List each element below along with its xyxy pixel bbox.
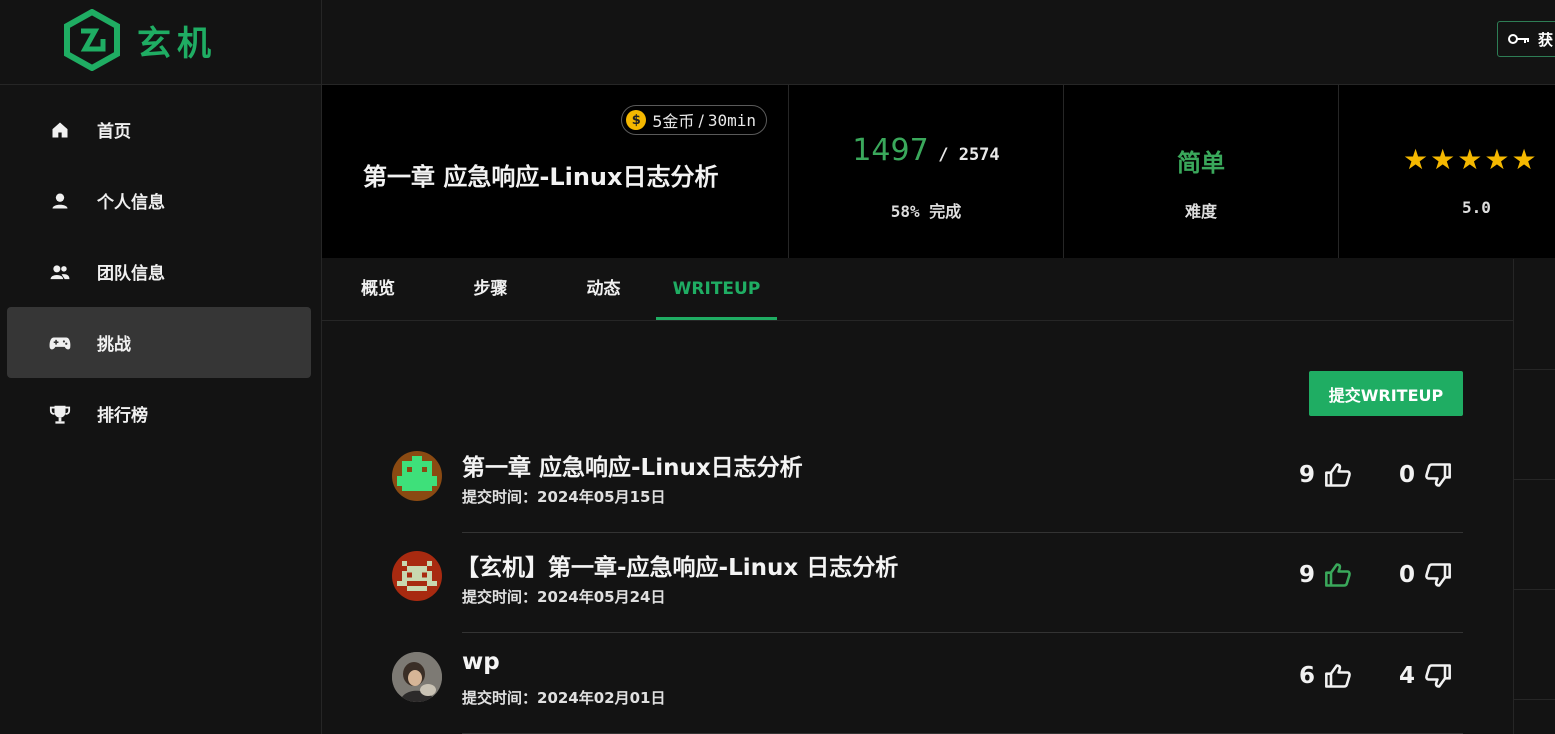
- get-key-label: 获: [1538, 30, 1554, 49]
- right-panel-edge: [1513, 259, 1555, 734]
- logo-icon: [64, 9, 120, 71]
- dislike-count: 0: [1398, 462, 1415, 488]
- sidebar-item-home[interactable]: 首页: [7, 94, 311, 165]
- divider: [1514, 589, 1555, 590]
- avatar: [392, 652, 442, 702]
- divider: [1514, 369, 1555, 370]
- total-count: / 2574: [938, 145, 1000, 165]
- top-bar: 获: [322, 0, 1555, 85]
- dislike-control[interactable]: 4: [1393, 662, 1453, 690]
- like-count: 9: [1298, 462, 1315, 488]
- team-icon: [49, 261, 71, 283]
- writeup-time: 提交时间：2024年02月01日: [462, 689, 666, 707]
- rating-stat: ★★★★★ 5.0: [1339, 85, 1555, 258]
- challenge-tabs: 概览 步骤 动态 WRITEUP: [322, 259, 1513, 321]
- avatar: [392, 451, 442, 501]
- dislike-count: 0: [1398, 562, 1415, 588]
- challenge-title: 第一章 应急响应-Linux日志分析: [363, 163, 719, 191]
- trophy-icon: [49, 403, 71, 425]
- coin-badge: $ 5金币 / 30min: [621, 105, 767, 135]
- tab-writeup[interactable]: WRITEUP: [656, 259, 777, 320]
- writeup-title[interactable]: 第一章 应急响应-Linux日志分析: [462, 448, 803, 482]
- difficulty-value: 简单: [1177, 149, 1225, 177]
- challenge-duration: 30min: [707, 110, 756, 130]
- gamepad-icon: [49, 332, 71, 354]
- coin-amount: 5金币: [652, 112, 695, 131]
- solved-count-row: 1497 / 2574: [789, 133, 1063, 168]
- solved-count: 1497: [852, 133, 929, 168]
- like-count: 9: [1298, 562, 1315, 588]
- sidebar-item-team[interactable]: 团队信息: [7, 236, 311, 307]
- sidebar-item-leaderboard[interactable]: 排行榜: [7, 378, 311, 449]
- list-item[interactable]: 第一章 应急响应-Linux日志分析 提交时间：2024年05月15日 9 0: [392, 433, 1463, 533]
- sidebar-item-profile[interactable]: 个人信息: [7, 165, 311, 236]
- coin-separator: /: [698, 110, 704, 130]
- tab-activity[interactable]: 动态: [547, 259, 660, 320]
- like-control[interactable]: 9: [1293, 461, 1353, 489]
- writeup-time: 提交时间：2024年05月24日: [462, 588, 666, 606]
- home-icon: [49, 119, 71, 141]
- rating-value: 5.0: [1462, 198, 1491, 217]
- challenge-title-box: $ 5金币 / 30min 第一章 应急响应-Linux日志分析: [322, 85, 789, 258]
- dislike-count: 4: [1398, 663, 1415, 689]
- sidebar: 玄机 首页 个人信息 团队信息 挑战 排行榜: [0, 0, 322, 734]
- list-item[interactable]: 【玄机】第一章-应急响应-Linux 日志分析 提交时间：2024年05月24日…: [392, 533, 1463, 633]
- thumbs-down-icon[interactable]: [1423, 561, 1453, 589]
- thumbs-up-icon[interactable]: [1323, 561, 1353, 589]
- challenge-header: $ 5金币 / 30min 第一章 应急响应-Linux日志分析 1497 / …: [322, 85, 1555, 258]
- avatar: [392, 551, 442, 601]
- completion-rate: 58% 完成: [890, 202, 962, 221]
- sidebar-item-label: 排行榜: [97, 406, 148, 426]
- tab-overview[interactable]: 概览: [322, 259, 434, 320]
- writeup-title[interactable]: wp: [462, 649, 500, 675]
- completion-stat: 1497 / 2574 58% 完成: [789, 85, 1064, 258]
- difficulty-stat: 简单 难度: [1064, 85, 1339, 258]
- sidebar-item-challenge[interactable]: 挑战: [7, 307, 311, 378]
- sidebar-item-label: 个人信息: [97, 193, 165, 213]
- list-item[interactable]: wp 提交时间：2024年02月01日 6 4: [392, 634, 1463, 734]
- thumbs-up-icon[interactable]: [1323, 461, 1353, 489]
- key-icon: [1508, 34, 1529, 44]
- coin-icon: $: [626, 110, 647, 130]
- user-icon: [49, 190, 71, 212]
- thumbs-down-icon[interactable]: [1423, 461, 1453, 489]
- divider: [462, 632, 1463, 633]
- rating-stars: ★★★★★: [1339, 143, 1555, 176]
- star-icon: ★: [1511, 143, 1539, 176]
- star-icon: ★: [1430, 143, 1458, 176]
- thumbs-up-icon[interactable]: [1323, 662, 1353, 690]
- brand-name: 玄机: [137, 23, 217, 64]
- like-control[interactable]: 6: [1293, 662, 1353, 690]
- like-count: 6: [1298, 663, 1315, 689]
- brand-logo[interactable]: 玄机: [63, 8, 217, 72]
- divider: [1514, 479, 1555, 480]
- submit-writeup-button[interactable]: 提交WRITEUP: [1309, 371, 1463, 416]
- sidebar-item-label: 挑战: [97, 335, 131, 355]
- like-control[interactable]: 9: [1293, 561, 1353, 589]
- tab-steps[interactable]: 步骤: [434, 259, 547, 320]
- star-icon: ★: [1457, 143, 1485, 176]
- sidebar-item-label: 首页: [97, 122, 131, 142]
- writeup-time: 提交时间：2024年05月15日: [462, 488, 666, 506]
- star-icon: ★: [1484, 143, 1512, 176]
- thumbs-down-icon[interactable]: [1423, 662, 1453, 690]
- sidebar-divider: [0, 84, 321, 85]
- dislike-control[interactable]: 0: [1393, 461, 1453, 489]
- sidebar-item-label: 团队信息: [97, 264, 165, 284]
- star-icon: ★: [1403, 143, 1431, 176]
- writeup-title[interactable]: 【玄机】第一章-应急响应-Linux 日志分析: [456, 548, 898, 582]
- difficulty-label: 难度: [1184, 202, 1217, 221]
- get-key-button[interactable]: 获: [1497, 21, 1555, 57]
- dislike-control[interactable]: 0: [1393, 561, 1453, 589]
- sidebar-nav: 首页 个人信息 团队信息 挑战 排行榜: [7, 94, 311, 449]
- divider: [1514, 699, 1555, 700]
